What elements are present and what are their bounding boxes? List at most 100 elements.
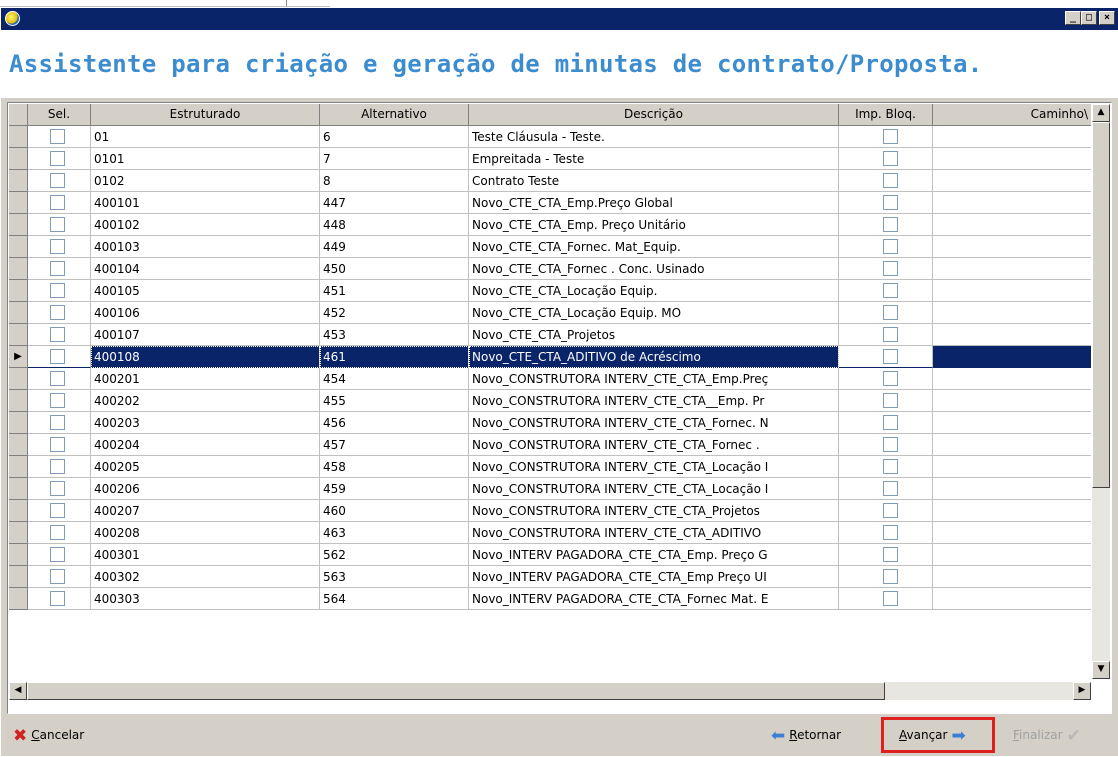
descricao-cell[interactable]: Novo_CONSTRUTORA INTERV_CTE_CTA_Locação … xyxy=(469,456,839,478)
imp-bloq-cell[interactable] xyxy=(839,280,933,302)
alternativo-cell[interactable]: 463 xyxy=(320,522,469,544)
row-indicator[interactable] xyxy=(9,522,28,544)
descricao-cell[interactable]: Novo_CONSTRUTORA INTERV_CTE_CTA_Fornec. … xyxy=(469,412,839,434)
caminho-cell[interactable] xyxy=(933,126,1091,148)
descricao-cell[interactable]: Novo_INTERV PAGADORA_CTE_CTA_Fornec Mat.… xyxy=(469,588,839,610)
descricao-cell[interactable]: Novo_CTE_CTA_Fornec . Conc. Usinado xyxy=(469,258,839,280)
column-header-alternativo[interactable]: Alternativo xyxy=(320,104,469,126)
scroll-down-button[interactable]: ▼ xyxy=(1092,661,1110,679)
horizontal-scrollbar[interactable]: ◀ ▶ xyxy=(9,682,1091,700)
row-indicator[interactable] xyxy=(9,500,28,522)
estruturado-cell[interactable]: 400108 xyxy=(91,346,320,368)
sel-cell[interactable] xyxy=(28,324,91,346)
table-row[interactable]: 400101 447 Novo_CTE_CTA_Emp.Preço Global xyxy=(9,192,1091,214)
alternativo-cell[interactable]: 456 xyxy=(320,412,469,434)
caminho-cell[interactable] xyxy=(933,434,1091,456)
scroll-up-button[interactable]: ▲ xyxy=(1092,104,1110,122)
maximize-button[interactable]: □ xyxy=(1081,11,1097,25)
sel-cell[interactable] xyxy=(28,456,91,478)
descricao-cell[interactable]: Novo_CTE_CTA_Fornec. Mat_Equip. xyxy=(469,236,839,258)
table-row[interactable]: 01 6 Teste Cláusula - Teste. xyxy=(9,126,1091,148)
estruturado-cell[interactable]: 400105 xyxy=(91,280,320,302)
sel-checkbox[interactable] xyxy=(50,151,65,166)
alternativo-cell[interactable]: 451 xyxy=(320,280,469,302)
column-header-estruturado[interactable]: Estruturado xyxy=(91,104,320,126)
table-row[interactable]: 400207 460 Novo_CONSTRUTORA INTERV_CTE_CTA… xyxy=(9,500,1091,522)
imp-bloq-checkbox[interactable] xyxy=(883,217,898,232)
estruturado-cell[interactable]: 0101 xyxy=(91,148,320,170)
back-button[interactable]: ⬅ Retornar xyxy=(771,720,841,750)
estruturado-cell[interactable]: 400303 xyxy=(91,588,320,610)
imp-bloq-checkbox[interactable] xyxy=(883,261,898,276)
imp-bloq-checkbox[interactable] xyxy=(883,195,898,210)
descricao-cell[interactable]: Novo_CTE_CTA_ADITIVO de Acréscimo xyxy=(469,346,839,368)
caminho-cell[interactable] xyxy=(933,456,1091,478)
sel-cell[interactable] xyxy=(28,390,91,412)
descricao-cell[interactable]: Novo_CONSTRUTORA INTERV_CTE_CTA_ADITIVO xyxy=(469,522,839,544)
sel-cell[interactable] xyxy=(28,170,91,192)
imp-bloq-checkbox[interactable] xyxy=(883,349,898,364)
descricao-cell[interactable]: Teste Cláusula - Teste. xyxy=(469,126,839,148)
sel-cell[interactable] xyxy=(28,258,91,280)
estruturado-cell[interactable]: 400101 xyxy=(91,192,320,214)
imp-bloq-cell[interactable] xyxy=(839,390,933,412)
imp-bloq-checkbox[interactable] xyxy=(883,327,898,342)
sel-checkbox[interactable] xyxy=(50,217,65,232)
imp-bloq-checkbox[interactable] xyxy=(883,393,898,408)
estruturado-cell[interactable]: 400201 xyxy=(91,368,320,390)
imp-bloq-checkbox[interactable] xyxy=(883,547,898,562)
vertical-scroll-thumb[interactable] xyxy=(1092,122,1110,488)
alternativo-cell[interactable]: 7 xyxy=(320,148,469,170)
row-indicator[interactable] xyxy=(9,434,28,456)
table-row[interactable]: 400206 459 Novo_CONSTRUTORA INTERV_CTE_CTA… xyxy=(9,478,1091,500)
caminho-cell[interactable] xyxy=(933,280,1091,302)
descricao-cell[interactable]: Novo_CONSTRUTORA INTERV_CTE_CTA__Emp. Pr xyxy=(469,390,839,412)
caminho-cell[interactable] xyxy=(933,148,1091,170)
descricao-cell[interactable]: Novo_CTE_CTA_Emp.Preço Global xyxy=(469,192,839,214)
imp-bloq-checkbox[interactable] xyxy=(883,173,898,188)
imp-bloq-cell[interactable] xyxy=(839,456,933,478)
imp-bloq-checkbox[interactable] xyxy=(883,525,898,540)
sel-cell[interactable] xyxy=(28,236,91,258)
sel-cell[interactable] xyxy=(28,522,91,544)
row-indicator[interactable] xyxy=(9,412,28,434)
imp-bloq-cell[interactable] xyxy=(839,500,933,522)
caminho-cell[interactable] xyxy=(933,566,1091,588)
imp-bloq-checkbox[interactable] xyxy=(883,283,898,298)
estruturado-cell[interactable]: 01 xyxy=(91,126,320,148)
row-indicator[interactable] xyxy=(9,390,28,412)
row-indicator[interactable] xyxy=(9,280,28,302)
scroll-left-button[interactable]: ◀ xyxy=(9,682,27,700)
row-indicator[interactable] xyxy=(9,324,28,346)
imp-bloq-checkbox[interactable] xyxy=(883,305,898,320)
imp-bloq-cell[interactable] xyxy=(839,236,933,258)
estruturado-cell[interactable]: 400103 xyxy=(91,236,320,258)
caminho-cell[interactable] xyxy=(933,236,1091,258)
table-row[interactable]: 400208 463 Novo_CONSTRUTORA INTERV_CTE_CTA… xyxy=(9,522,1091,544)
table-row[interactable]: 400103 449 Novo_CTE_CTA_Fornec. Mat_Equip. xyxy=(9,236,1091,258)
imp-bloq-checkbox[interactable] xyxy=(883,129,898,144)
table-row[interactable]: 400205 458 Novo_CONSTRUTORA INTERV_CTE_CTA… xyxy=(9,456,1091,478)
alternativo-cell[interactable]: 563 xyxy=(320,566,469,588)
descricao-cell[interactable]: Novo_CTE_CTA_Locação Equip. MO xyxy=(469,302,839,324)
imp-bloq-checkbox[interactable] xyxy=(883,569,898,584)
alternativo-cell[interactable]: 447 xyxy=(320,192,469,214)
estruturado-cell[interactable]: 400207 xyxy=(91,500,320,522)
imp-bloq-checkbox[interactable] xyxy=(883,591,898,606)
caminho-cell[interactable] xyxy=(933,478,1091,500)
caminho-cell[interactable] xyxy=(933,258,1091,280)
table-row[interactable]: 400302 563 Novo_INTERV PAGADORA_CTE_CTA_Em… xyxy=(9,566,1091,588)
caminho-cell[interactable] xyxy=(933,500,1091,522)
caminho-cell[interactable] xyxy=(933,522,1091,544)
row-indicator[interactable]: ▶ xyxy=(9,346,28,368)
row-indicator[interactable] xyxy=(9,302,28,324)
table-row[interactable]: ▶ ✓ 400108 461 Novo_CTE_CTA_ADITIVO de Acrés… xyxy=(9,346,1091,368)
imp-bloq-checkbox[interactable] xyxy=(883,437,898,452)
descricao-cell[interactable]: Novo_CONSTRUTORA INTERV_CTE_CTA_Projetos xyxy=(469,500,839,522)
sel-checkbox[interactable] xyxy=(50,195,65,210)
sel-checkbox[interactable] xyxy=(50,437,65,452)
caminho-cell[interactable] xyxy=(933,588,1091,610)
caminho-cell[interactable] xyxy=(933,346,1091,368)
sel-cell[interactable] xyxy=(28,280,91,302)
table-row[interactable]: 0102 8 Contrato Teste xyxy=(9,170,1091,192)
